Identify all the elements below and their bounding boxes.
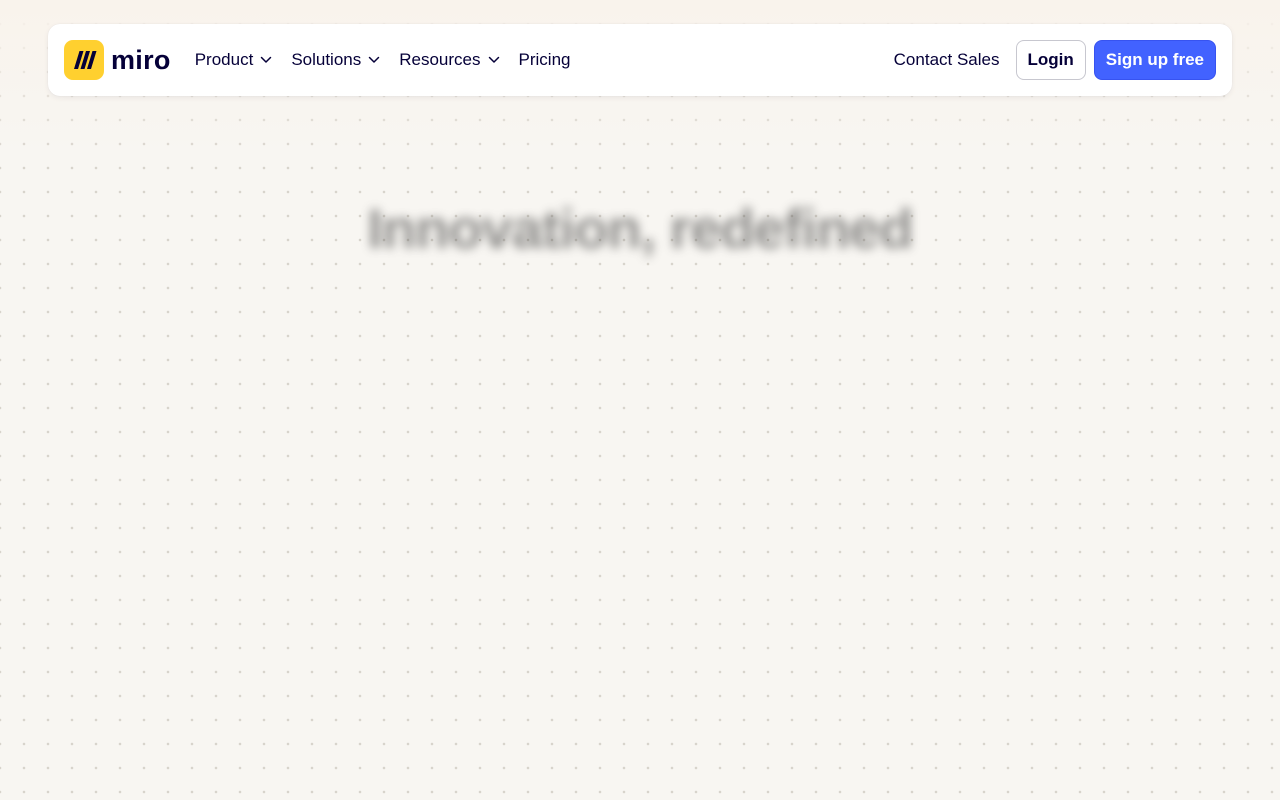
miro-logo-icon xyxy=(64,40,104,80)
chevron-down-icon xyxy=(260,56,272,64)
logo-wordmark: miro xyxy=(111,44,171,75)
nav-item-product[interactable]: Product xyxy=(195,44,273,76)
miro-logo-link[interactable]: miro xyxy=(64,40,171,80)
contact-sales-link[interactable]: Contact Sales xyxy=(894,44,1000,76)
nav-item-resources[interactable]: Resources xyxy=(399,44,499,76)
nav-item-label: Resources xyxy=(399,50,481,69)
chevron-down-icon xyxy=(488,56,500,64)
nav-item-label: Solutions xyxy=(291,50,362,69)
top-navbar: miro Product Solutions Resources Pricing… xyxy=(48,24,1232,96)
nav-item-label: Product xyxy=(194,50,254,69)
chevron-down-icon xyxy=(368,56,380,64)
login-button[interactable]: Login xyxy=(1015,40,1086,80)
nav-item-pricing[interactable]: Pricing xyxy=(519,44,571,76)
hero-title: Innovation, redefined xyxy=(367,197,913,260)
nav-item-label: Pricing xyxy=(518,50,571,69)
signup-button[interactable]: Sign up free xyxy=(1093,40,1216,80)
main-nav: Product Solutions Resources Pricing xyxy=(195,44,590,76)
nav-item-solutions[interactable]: Solutions xyxy=(291,44,380,76)
